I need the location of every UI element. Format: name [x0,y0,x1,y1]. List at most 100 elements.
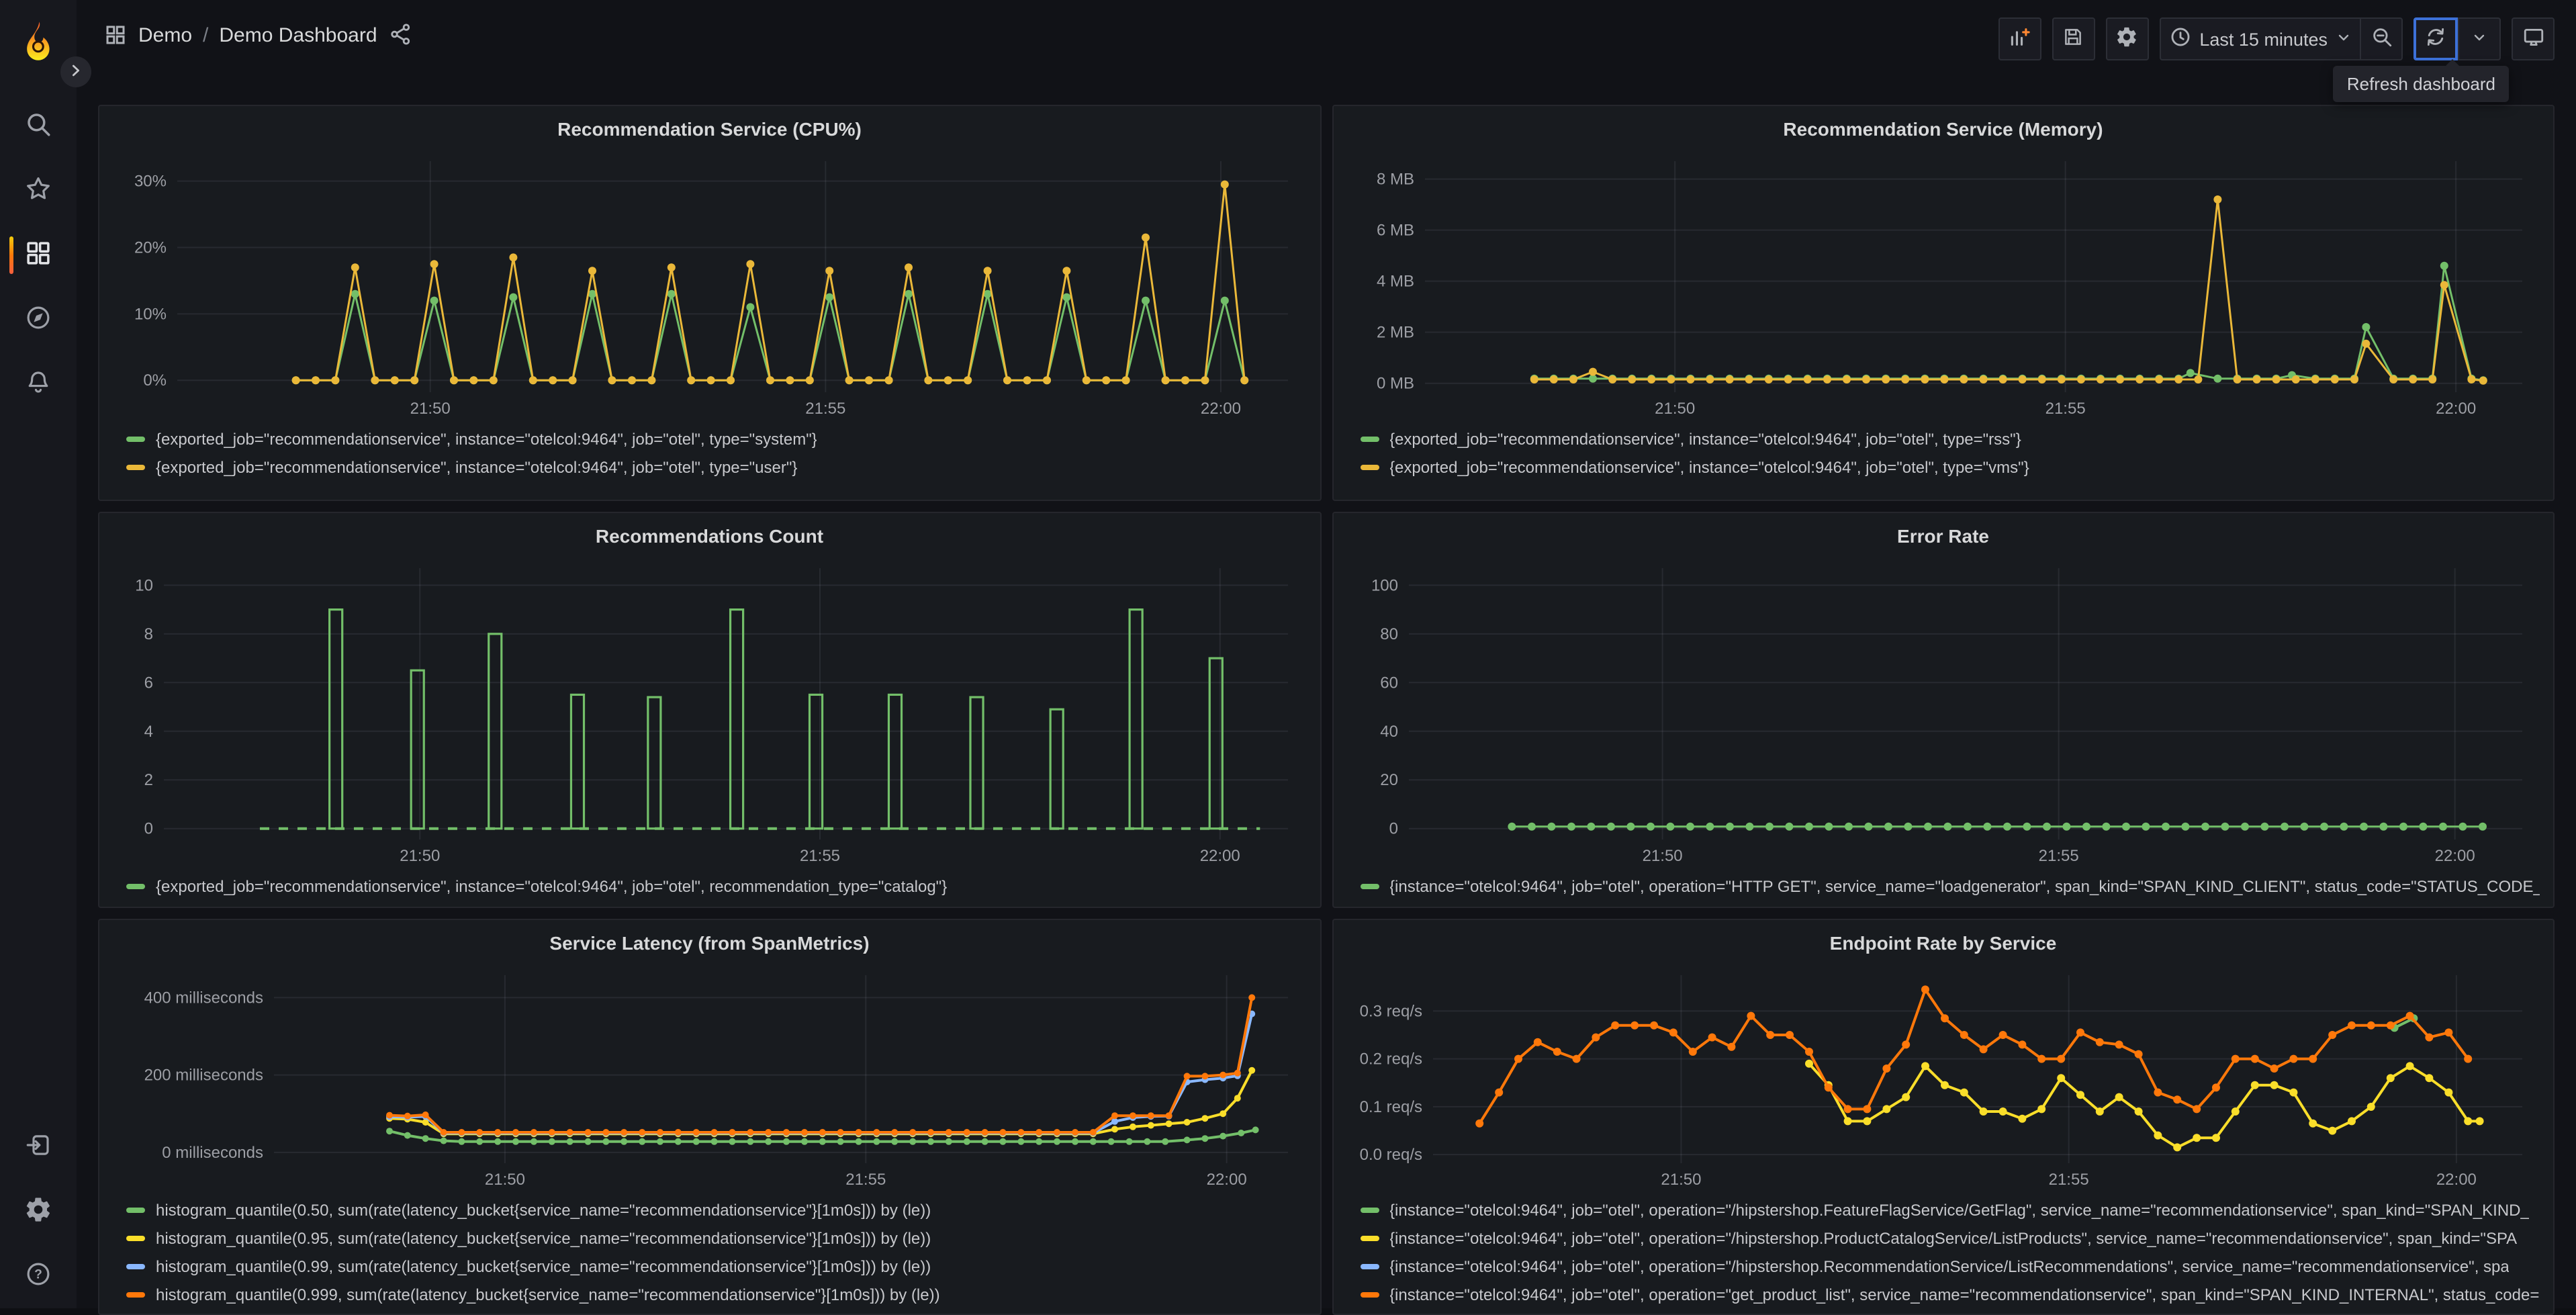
data-point [509,253,518,262]
cpu-chart-canvas[interactable]: 0% 10% 20% 30% 21:50 21:55 22:00 [113,148,1306,420]
data-point [766,376,774,385]
sidebar-item-sign-in[interactable] [0,1115,77,1179]
legend-item[interactable]: histogram_quantile(0.50, sum(rate(latenc… [126,1195,1306,1224]
data-point [1494,1088,1503,1097]
data-point [1744,375,1753,383]
breadcrumb-section-link[interactable]: Demo [138,24,192,46]
legend-label: {exported_job="recommendationservice", i… [1389,457,2029,476]
sidebar-item-starred[interactable] [0,158,77,223]
endpoint-rate-chart-canvas[interactable]: 0.0 req/s 0.1 req/s 0.2 req/s 0.3 req/s 21:5… [1346,962,2540,1191]
topbar: Demo / Demo Dashboard Last 15 minutes Re… [77,0,2576,102]
kiosk-mode-button[interactable] [2512,17,2555,60]
data-point [2153,1088,2162,1097]
data-point [963,1138,970,1145]
panel-title[interactable]: Recommendations Count [113,520,1306,555]
data-point [2424,1074,2433,1083]
data-point [1003,376,1011,385]
legend-item[interactable]: histogram_quantile(0.95, sum(rate(latenc… [126,1224,1306,1252]
data-point [1201,1073,1209,1080]
chart-svg: 0 MB 2 MB 4 MB 6 MB 8 MB 21:50 21:55 22:00 [1376,161,2522,418]
sidebar-item-configuration[interactable] [0,1179,77,1244]
data-point [2022,822,2031,831]
data-point [891,1138,899,1145]
legend-item[interactable]: {exported_job="recommendationservice", i… [126,453,1306,481]
legend-item[interactable]: {exported_job="recommendationservice", i… [126,424,1306,453]
refresh-dashboard-button[interactable] [2413,17,2458,60]
save-dashboard-button[interactable] [2052,17,2095,60]
data-point [2017,375,2026,383]
error-rate-chart-canvas[interactable]: 0 20 40 60 80 100 21:50 21:55 22:00 [1346,555,2540,868]
data-point [1130,1123,1136,1130]
data-point [2076,1091,2084,1099]
axis-tick-label: 0.0 req/s [1359,1146,1422,1164]
axis-tick-label: 21:50 [400,847,440,865]
memory-chart-canvas[interactable]: 0 MB 2 MB 4 MB 6 MB 8 MB 21:50 21:55 22:00 [1346,148,2540,420]
refresh-interval-dropdown[interactable] [2458,17,2501,60]
legend-item[interactable]: {instance="otelcol:9464", job="otel", op… [1360,1224,2540,1252]
data-point [2153,1131,2162,1140]
grafana-logo[interactable] [15,19,61,64]
data-point [1571,1054,1580,1063]
sidebar-item-dashboards[interactable] [0,223,77,287]
panel-title[interactable]: Service Latency (from SpanMetrics) [113,927,1306,962]
legend-item[interactable]: {exported_job="recommendationservice", i… [126,872,1306,900]
data-point [1102,376,1111,385]
panel-endpoint-rate: Endpoint Rate by Service 0.0 req/s 0.1 re… [1332,919,2555,1315]
data-point [1183,1073,1191,1080]
sidebar-item-explore[interactable] [0,287,77,352]
breadcrumb: Demo / Demo Dashboard [103,21,415,48]
legend-item[interactable]: histogram_quantile(0.999, sum(rate(laten… [126,1280,1306,1308]
time-range-picker[interactable]: Last 15 minutes [2159,17,2360,60]
share-dashboard-button[interactable] [388,21,415,48]
legend-swatch [126,464,145,469]
data-point [1626,822,1635,831]
breadcrumb-separator: / [203,24,209,46]
data-point [2359,822,2367,831]
chart-svg: 0 20 40 60 80 100 21:50 21:55 22:00 [1371,568,2522,865]
legend-item[interactable]: histogram_quantile(0.99, sum(rate(latenc… [126,1252,1306,1280]
data-point [2192,1105,2201,1114]
axis-tick-label: 21:55 [2045,400,2085,418]
legend-item[interactable]: {instance="otelcol:9464", job="otel", op… [1360,1280,2540,1308]
legend-item[interactable]: {instance="otelcol:9464", job="otel", op… [1360,872,2540,900]
data-point [512,1138,519,1145]
data-point [884,376,893,385]
zoom-out-time-button[interactable] [2360,17,2403,60]
legend-item[interactable]: {exported_job="recommendationservice", i… [1360,424,2540,453]
legend-item[interactable]: {instance="otelcol:9464", job="otel", op… [1360,1195,2540,1224]
data-point [855,1138,862,1145]
sidebar-item-search[interactable] [0,94,77,158]
panel-title[interactable]: Recommendation Service (CPU%) [113,113,1306,148]
latency-chart-canvas[interactable]: 0 milliseconds 200 milliseconds 400 millis… [113,962,1306,1191]
add-panel-button[interactable] [1998,17,2041,60]
data-point [2141,822,2150,831]
data-point [1842,375,1850,383]
panel-title[interactable]: Endpoint Rate by Service [1346,927,2540,962]
dashboard-settings-button[interactable] [2105,17,2149,60]
data-point [2213,195,2221,203]
count-chart-canvas[interactable]: 0 2 4 6 8 10 21:50 21:55 22:00 [113,555,1306,868]
add-panel-icon [2008,26,2031,52]
data-point [2478,822,2486,831]
data-point [2192,1134,2201,1142]
data-point [1023,376,1031,385]
sidebar-expand-button[interactable] [60,56,91,87]
data-point [1745,822,1753,831]
data-point [1111,1112,1118,1120]
sidebar-item-help[interactable]: ? [0,1244,77,1308]
legend-item[interactable]: {exported_job="recommendationservice", i… [1360,453,2540,481]
data-point [2439,281,2448,289]
data-point [2172,1095,2181,1104]
data-point [1062,293,1071,302]
data-point [2095,1107,2103,1116]
panel-title[interactable]: Error Rate [1346,520,2540,555]
data-point [1705,375,1714,383]
sidebar-item-alerting[interactable] [0,352,77,416]
panel-title[interactable]: Recommendation Service (Memory) [1346,113,2540,148]
panel-recommendation-cpu: Recommendation Service (CPU%) 0% 10% 20% 30… [98,105,1321,501]
series-line [295,183,1246,381]
save-icon [2062,26,2084,52]
legend-label: {exported_job="recommendationservice", i… [1389,429,2021,448]
data-point [2347,1117,2355,1126]
legend-item[interactable]: {instance="otelcol:9464", job="otel", op… [1360,1252,2540,1280]
